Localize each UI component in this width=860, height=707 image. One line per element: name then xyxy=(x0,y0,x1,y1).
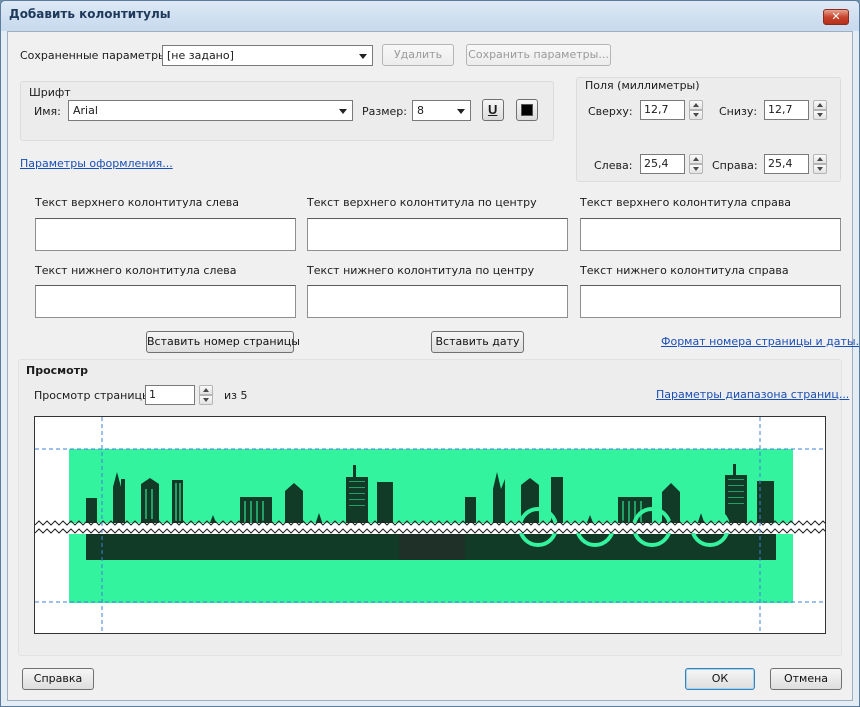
saved-settings-value: [не задано] xyxy=(167,49,234,62)
dialog-body: Сохраненные параметры: [не задано] Удали… xyxy=(7,31,859,701)
header-right-label: Текст верхнего колонтитула справа xyxy=(580,196,792,209)
ok-button[interactable]: ОК xyxy=(685,668,755,690)
help-button[interactable]: Справка xyxy=(22,668,94,690)
margin-left-spinner[interactable] xyxy=(689,154,703,174)
margins-group-title: Поля (миллиметры) xyxy=(585,79,700,92)
footer-right-label: Текст нижнего колонтитула справа xyxy=(580,264,789,277)
font-size-value: 8 xyxy=(417,104,424,117)
chevron-down-icon xyxy=(359,54,367,59)
arrow-up-icon[interactable] xyxy=(813,154,827,164)
arrow-down-icon[interactable] xyxy=(199,395,213,405)
font-name-value: Arial xyxy=(73,104,98,117)
margin-bottom-label: Снизу: xyxy=(719,105,758,118)
underline-icon: U xyxy=(488,102,498,117)
font-name-combo[interactable]: Arial xyxy=(68,100,353,121)
margin-left-input[interactable]: 25,4 xyxy=(640,154,685,174)
save-settings-button[interactable]: Сохранить параметры... xyxy=(466,44,611,66)
margin-right-input[interactable]: 25,4 xyxy=(764,154,809,174)
arrow-up-icon[interactable] xyxy=(813,100,827,110)
preview-page-label: Просмотр страницы xyxy=(34,389,151,402)
preview-title: Просмотр xyxy=(26,364,88,377)
margin-top-label: Сверху: xyxy=(588,105,633,118)
margin-top-input[interactable]: 12,7 xyxy=(640,100,685,120)
insert-page-number-button[interactable]: Вставить номер страницы xyxy=(146,331,300,353)
margin-bottom-spinner[interactable] xyxy=(813,100,827,120)
arrow-up-icon[interactable] xyxy=(689,154,703,164)
header-right-field[interactable] xyxy=(580,218,841,251)
window-title: Добавить колонтитулы xyxy=(9,7,171,21)
margin-bottom-input[interactable]: 12,7 xyxy=(764,100,809,120)
arrow-up-icon[interactable] xyxy=(689,100,703,110)
format-settings-link[interactable]: Параметры оформления... xyxy=(20,157,173,170)
margin-top-spinner[interactable] xyxy=(689,100,703,120)
cancel-button[interactable]: Отмена xyxy=(770,668,842,690)
font-size-label: Размер: xyxy=(362,105,407,118)
font-size-combo[interactable]: 8 xyxy=(412,100,471,121)
color-swatch-icon xyxy=(521,104,533,116)
arrow-up-icon[interactable] xyxy=(199,385,213,395)
arrow-down-icon[interactable] xyxy=(813,164,827,174)
chevron-down-icon xyxy=(457,109,465,114)
underline-button[interactable]: U xyxy=(482,99,504,121)
font-group-title: Шрифт xyxy=(29,86,71,99)
preview-page-total: из 5 xyxy=(224,389,248,402)
arrow-down-icon[interactable] xyxy=(689,110,703,120)
footer-right-field[interactable] xyxy=(580,285,841,318)
footer-left-label: Текст нижнего колонтитула слева xyxy=(35,264,237,277)
insert-date-button[interactable]: Вставить дату xyxy=(431,331,524,353)
arrow-down-icon[interactable] xyxy=(689,164,703,174)
footer-left-field[interactable] xyxy=(35,285,296,318)
page-date-format-link[interactable]: Формат номера страницы и даты... xyxy=(661,335,859,348)
preview-canvas xyxy=(35,417,825,633)
footer-center-label: Текст нижнего колонтитула по центру xyxy=(307,264,535,277)
font-name-label: Имя: xyxy=(34,105,61,118)
arrow-down-icon[interactable] xyxy=(813,110,827,120)
font-color-button[interactable] xyxy=(516,99,538,121)
header-center-label: Текст верхнего колонтитула по центру xyxy=(307,196,537,209)
footer-center-field[interactable] xyxy=(307,285,568,318)
close-button[interactable]: ✕ xyxy=(823,9,849,25)
page-preview xyxy=(34,416,826,634)
page-range-settings-link[interactable]: Параметры диапазона страниц... xyxy=(656,388,849,401)
footer-hatch xyxy=(399,534,465,560)
header-center-field[interactable] xyxy=(307,218,568,251)
preview-page-spinner[interactable] xyxy=(199,385,213,405)
header-left-field[interactable] xyxy=(35,218,296,251)
preview-page-input[interactable]: 1 xyxy=(145,385,195,405)
saved-settings-combo[interactable]: [не задано] xyxy=(162,45,373,66)
saved-settings-label: Сохраненные параметры: xyxy=(20,49,171,62)
chevron-down-icon xyxy=(339,109,347,114)
header-left-label: Текст верхнего колонтитула слева xyxy=(35,196,239,209)
close-icon: ✕ xyxy=(831,10,841,23)
margin-left-label: Слева: xyxy=(594,159,633,172)
margin-right-spinner[interactable] xyxy=(813,154,827,174)
dialog-window: Добавить колонтитулы ✕ Сохраненные парам… xyxy=(0,0,860,707)
delete-settings-button[interactable]: Удалить xyxy=(382,44,454,66)
margin-right-label: Справа: xyxy=(712,159,758,172)
